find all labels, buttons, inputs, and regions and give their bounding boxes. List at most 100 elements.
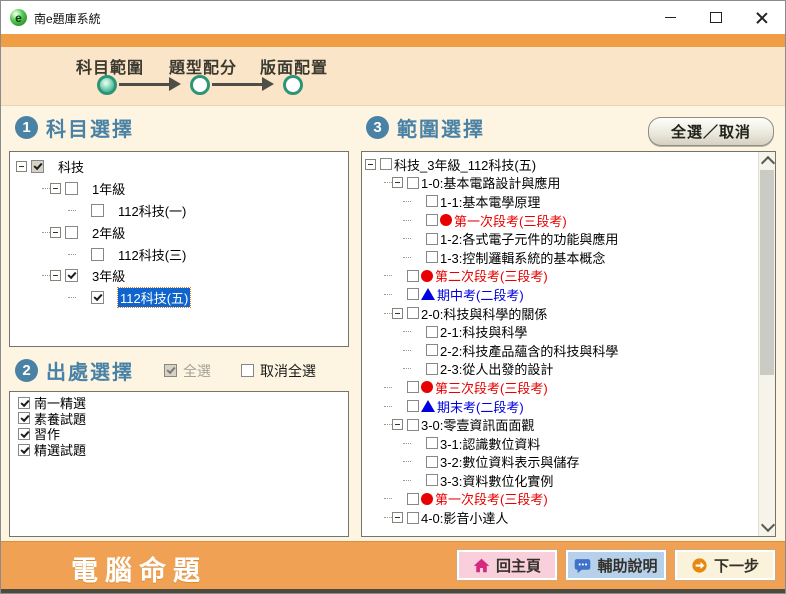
collapse-toggle-icon[interactable]: [50, 270, 61, 281]
tree-row[interactable]: 112科技(三): [10, 243, 348, 265]
tree-row[interactable]: 1年級: [10, 178, 348, 200]
deselect-all-checkbox-box[interactable]: [241, 364, 254, 377]
select-all-checkbox-box[interactable]: [164, 364, 177, 377]
item-checkbox[interactable]: [91, 204, 104, 217]
tree-row[interactable]: 期末考(二段考): [362, 397, 758, 416]
item-checkbox[interactable]: [426, 251, 438, 263]
item-checkbox[interactable]: [426, 363, 438, 375]
tree-row[interactable]: 2-2:科技產品蘊含的科技與科學: [362, 341, 758, 360]
item-checkbox[interactable]: [18, 444, 30, 456]
tree-item-label[interactable]: 112科技(五): [118, 288, 190, 307]
tree-item-label[interactable]: 112科技(一): [118, 201, 186, 220]
step-circle-2[interactable]: [190, 75, 210, 95]
tree-item-label[interactable]: 第三次段考(三段考): [435, 378, 548, 397]
tree-item-label[interactable]: 2-0:科技與科學的關係: [421, 304, 547, 323]
collapse-toggle-icon[interactable]: [50, 183, 61, 194]
tree-row[interactable]: 科技_3年級_112科技(五): [362, 155, 758, 174]
collapse-toggle-icon[interactable]: [392, 308, 403, 319]
item-checkbox[interactable]: [407, 400, 419, 412]
tree-item-label[interactable]: 3-1:認識數位資料: [440, 434, 540, 453]
tree-row[interactable]: 112科技(一): [10, 200, 348, 222]
tree-row[interactable]: 1-0:基本電路設計與應用: [362, 174, 758, 193]
item-checkbox[interactable]: [407, 419, 419, 431]
scrollbar-thumb[interactable]: [760, 170, 774, 375]
close-button[interactable]: [739, 1, 785, 34]
tree-item-label[interactable]: 科技: [58, 157, 84, 176]
tree-row[interactable]: 2年級: [10, 221, 348, 243]
home-button[interactable]: 回主頁: [457, 550, 557, 580]
item-checkbox[interactable]: [407, 512, 419, 524]
item-checkbox[interactable]: [426, 326, 438, 338]
tree-item-label[interactable]: 1-1:基本電學原理: [440, 192, 540, 211]
minimize-button[interactable]: [647, 1, 693, 34]
collapse-toggle-icon[interactable]: [392, 512, 403, 523]
tree-item-label[interactable]: 112科技(三): [118, 245, 186, 264]
tree-row[interactable]: 3-3:資料數位化實例: [362, 471, 758, 490]
tree-row[interactable]: 3-0:零壹資訊面面觀: [362, 415, 758, 434]
tree-item-label[interactable]: 1-3:控制邏輯系統的基本概念: [440, 248, 605, 267]
tree-item-label[interactable]: 1-2:各式電子元件的功能與應用: [440, 229, 618, 248]
scroll-down-icon[interactable]: [761, 518, 775, 532]
tree-item-label[interactable]: 3年級: [92, 266, 125, 285]
tree-item-label[interactable]: 第一次段考(三段考): [435, 489, 548, 508]
item-checkbox[interactable]: [426, 344, 438, 356]
tree-item-label[interactable]: 2-2:科技產品蘊含的科技與科學: [440, 341, 618, 360]
tree-row[interactable]: 3-1:認識數位資料: [362, 434, 758, 453]
select-all-checkbox[interactable]: 全選: [160, 361, 211, 381]
tree-row[interactable]: 3年級: [10, 265, 348, 287]
tree-row[interactable]: 期中考(二段考): [362, 285, 758, 304]
tree-item-label[interactable]: 第一次段考(三段考): [454, 211, 567, 230]
tree-item-label[interactable]: 4-0:影音小達人: [421, 508, 508, 527]
tree-row[interactable]: 第一次段考(三段考): [362, 211, 758, 230]
item-checkbox[interactable]: [426, 456, 438, 468]
tree-row[interactable]: 第二次段考(三段考): [362, 267, 758, 286]
tree-row[interactable]: 2-0:科技與科學的關係: [362, 304, 758, 323]
scroll-up-icon[interactable]: [761, 156, 775, 170]
item-checkbox[interactable]: [31, 160, 44, 173]
tree-item-label[interactable]: 2-1:科技與科學: [440, 322, 527, 341]
select-all-toggle-button[interactable]: 全選／取消: [648, 117, 774, 146]
tree-row[interactable]: 精選試題: [14, 442, 348, 458]
step-circle-1[interactable]: [97, 75, 117, 95]
item-checkbox[interactable]: [407, 270, 419, 282]
tree-item-label[interactable]: 2-3:從人出發的設計: [440, 359, 553, 378]
tree-item-label[interactable]: 期末考(二段考): [437, 397, 524, 416]
deselect-all-checkbox[interactable]: 取消全選: [237, 361, 316, 381]
item-checkbox[interactable]: [426, 233, 438, 245]
collapse-toggle-icon[interactable]: [16, 161, 27, 172]
item-checkbox[interactable]: [65, 226, 78, 239]
item-checkbox[interactable]: [426, 214, 438, 226]
tree-item-label[interactable]: 期中考(二段考): [437, 285, 524, 304]
tree-item-label[interactable]: 3-2:數位資料表示與儲存: [440, 452, 579, 471]
tree-item-label[interactable]: 精選試題: [34, 440, 86, 459]
tree-row[interactable]: 素養試題: [14, 411, 348, 427]
item-checkbox[interactable]: [426, 437, 438, 449]
item-checkbox[interactable]: [91, 248, 104, 261]
item-checkbox[interactable]: [65, 182, 78, 195]
tree-row[interactable]: 第三次段考(三段考): [362, 378, 758, 397]
tree-item-label[interactable]: 科技_3年級_112科技(五): [394, 155, 536, 174]
tree-row[interactable]: 2-3:從人出發的設計: [362, 360, 758, 379]
tree-row[interactable]: 3-2:數位資料表示與儲存: [362, 453, 758, 472]
item-checkbox[interactable]: [407, 307, 419, 319]
tree-item-label[interactable]: 2年級: [92, 223, 125, 242]
tree-row[interactable]: 科技: [10, 156, 348, 178]
help-button[interactable]: 輔助說明: [566, 550, 666, 580]
tree-item-label[interactable]: 3-3:資料數位化實例: [440, 471, 553, 490]
next-step-button[interactable]: 下一步: [675, 550, 775, 580]
item-checkbox[interactable]: [18, 412, 30, 424]
tree-item-label[interactable]: 1-0:基本電路設計與應用: [421, 173, 560, 192]
tree-row[interactable]: 1-1:基本電學原理: [362, 192, 758, 211]
tree-item-label[interactable]: 3-0:零壹資訊面面觀: [421, 415, 534, 434]
item-checkbox[interactable]: [426, 195, 438, 207]
tree-row[interactable]: 112科技(五): [10, 287, 348, 309]
item-checkbox[interactable]: [18, 428, 30, 440]
tree-row[interactable]: 2-1:科技與科學: [362, 322, 758, 341]
item-checkbox[interactable]: [407, 288, 419, 300]
tree-item-label[interactable]: 第二次段考(三段考): [435, 266, 548, 285]
collapse-toggle-icon[interactable]: [365, 159, 376, 170]
tree-row[interactable]: 1-3:控制邏輯系統的基本概念: [362, 248, 758, 267]
item-checkbox[interactable]: [426, 474, 438, 486]
item-checkbox[interactable]: [65, 269, 78, 282]
item-checkbox[interactable]: [18, 397, 30, 409]
